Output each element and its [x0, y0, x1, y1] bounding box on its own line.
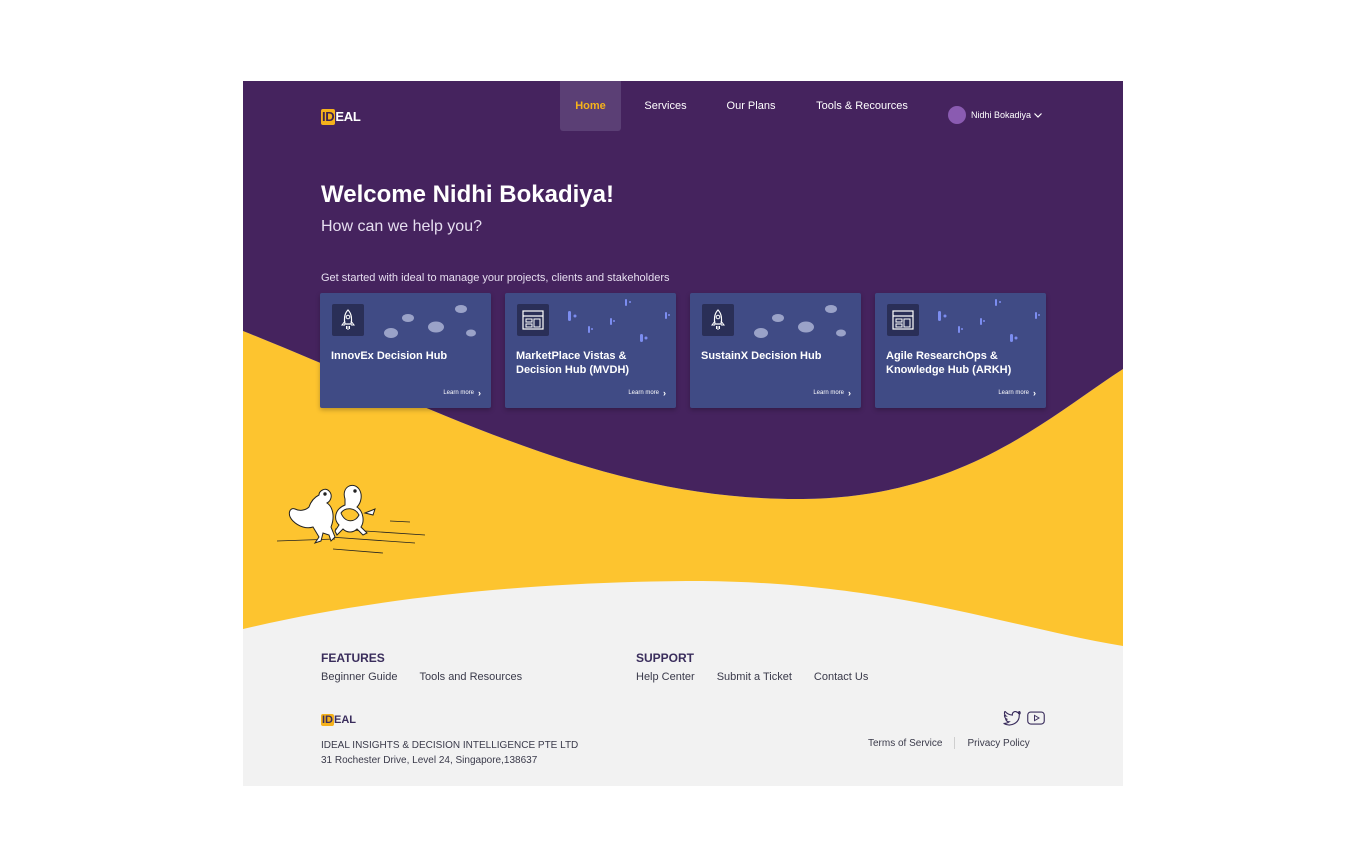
layout-icon [517, 304, 549, 336]
features-heading: FEATURES [321, 651, 385, 665]
logo-text: EAL [334, 714, 356, 726]
link-beginner-guide[interactable]: Beginner Guide [321, 671, 397, 683]
link-help-center[interactable]: Help Center [636, 671, 695, 683]
bars-decoration [568, 299, 670, 342]
privacy-policy-link[interactable]: Privacy Policy [967, 738, 1029, 749]
card-innovex[interactable]: InnovEx Decision Hub Learn more › [320, 293, 491, 408]
company-address: 31 Rochester Drive, Level 24, Singapore,… [321, 755, 538, 766]
nav-our-plans[interactable]: Our Plans [710, 81, 792, 131]
layout-icon [887, 304, 919, 336]
card-marketplace-vistas[interactable]: MarketPlace Vistas & Decision Hub (MVDH)… [505, 293, 676, 408]
learn-more-label: Learn more [813, 390, 844, 396]
logo-highlight: ID [321, 714, 334, 726]
nav-tools-resources[interactable]: Tools & Recources [792, 81, 932, 131]
terms-of-service-link[interactable]: Terms of Service [868, 738, 942, 749]
nav-services[interactable]: Services [621, 81, 710, 131]
chevron-right-icon: › [848, 388, 851, 398]
learn-more-link[interactable]: Learn more › [998, 388, 1036, 398]
product-cards: InnovEx Decision Hub Learn more › MarketP… [320, 293, 1046, 408]
get-started-text: Get started with ideal to manage your pr… [321, 272, 670, 284]
link-submit-ticket[interactable]: Submit a Ticket [717, 671, 792, 683]
user-menu[interactable]: Nidhi Bokadiya [948, 106, 1042, 124]
footer-logo[interactable]: ID EAL [321, 714, 356, 726]
support-links: Help Center Submit a Ticket Contact Us [636, 671, 868, 683]
logo-highlight: ID [321, 109, 336, 125]
link-contact-us[interactable]: Contact Us [814, 671, 868, 683]
card-title: MarketPlace Vistas & Decision Hub (MVDH) [516, 350, 630, 376]
link-tools-resources[interactable]: Tools and Resources [419, 671, 522, 683]
main-nav: Home Services Our Plans Tools & Recource… [560, 81, 932, 131]
learn-more-link[interactable]: Learn more › [443, 388, 481, 398]
learn-more-label: Learn more [998, 390, 1029, 396]
welcome-heading: Welcome Nidhi Bokadiya! [321, 181, 614, 208]
card-title: SustainX Decision Hub [701, 350, 822, 362]
chevron-down-icon [1034, 112, 1042, 118]
logo-text: EAL [335, 109, 361, 124]
nav-home[interactable]: Home [560, 81, 621, 131]
card-agile-researchops[interactable]: Agile ResearchOps & Knowledge Hub (ARKH)… [875, 293, 1046, 408]
cloud-decoration [384, 305, 476, 338]
legal-links: Terms of Service Privacy Policy [868, 737, 1030, 749]
company-name: IDEAL INSIGHTS & DECISION INTELLIGENCE P… [321, 740, 579, 751]
support-heading: SUPPORT [636, 651, 695, 665]
learn-more-label: Learn more [628, 390, 659, 396]
card-title: Agile ResearchOps & Knowledge Hub (ARKH) [886, 350, 1012, 376]
twitter-icon[interactable] [1003, 711, 1021, 726]
divider [954, 737, 956, 749]
chevron-right-icon: › [478, 388, 481, 398]
user-name: Nidhi Bokadiya [971, 110, 1032, 120]
welcome-subtitle: How can we help you? [321, 218, 482, 235]
mascot-illustration [276, 484, 426, 554]
learn-more-link[interactable]: Learn more › [628, 388, 666, 398]
card-title: InnovEx Decision Hub [331, 350, 448, 362]
rocket-icon [332, 304, 364, 336]
social-links [1003, 711, 1045, 726]
features-links: Beginner Guide Tools and Resources [321, 671, 522, 683]
learn-more-label: Learn more [443, 390, 474, 396]
bars-decoration [938, 299, 1040, 342]
page-frame: ID EAL Home Services Our Plans Tools & Re… [243, 81, 1123, 786]
chevron-right-icon: › [663, 388, 666, 398]
chevron-right-icon: › [1033, 388, 1036, 398]
cloud-decoration [754, 305, 846, 338]
youtube-icon[interactable] [1027, 711, 1045, 725]
company-info: IDEAL INSIGHTS & DECISION INTELLIGENCE P… [321, 738, 578, 768]
avatar [948, 106, 966, 124]
learn-more-link[interactable]: Learn more › [813, 388, 851, 398]
brand-logo[interactable]: ID EAL [321, 109, 361, 125]
rocket-icon [702, 304, 734, 336]
card-sustainx[interactable]: SustainX Decision Hub Learn more › [690, 293, 861, 408]
